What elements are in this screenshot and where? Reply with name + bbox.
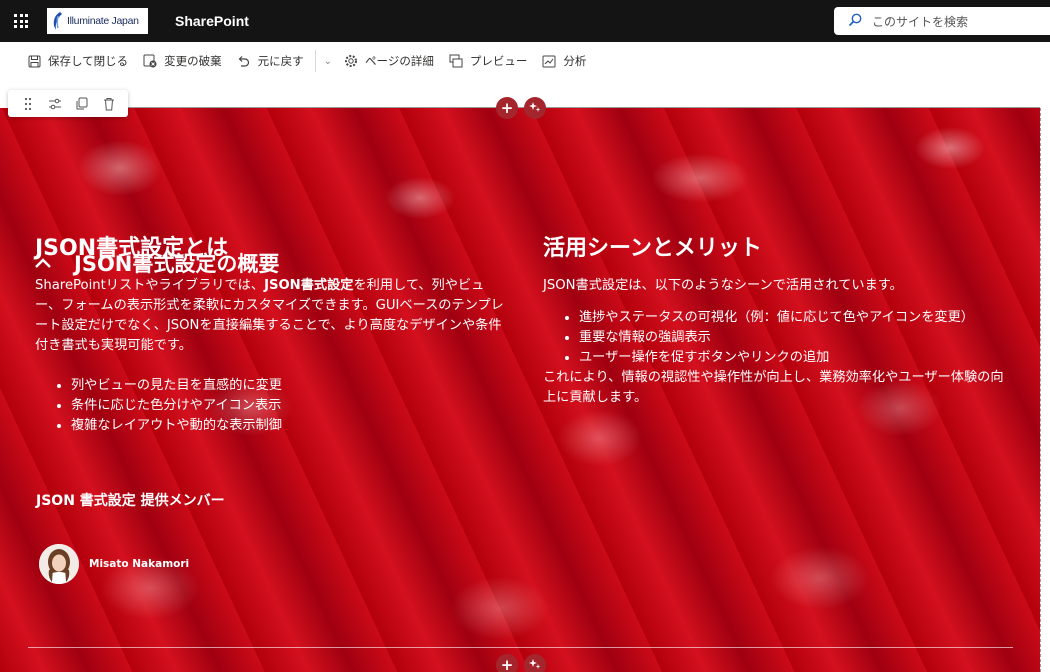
- left-paragraph: SharePointリストやライブラリでは、JSON書式設定を利用して、列やビュ…: [35, 276, 505, 356]
- list-item: 重要な情報の強調表示: [579, 328, 1008, 348]
- discard-label: 変更の破棄: [164, 54, 222, 68]
- section-top-border: [128, 107, 1040, 108]
- save-icon: [27, 54, 41, 68]
- duplicate-icon[interactable]: [73, 95, 91, 113]
- right-heading: 活用シーンとメリット: [543, 236, 762, 261]
- gear-icon: [344, 54, 358, 68]
- section-layout-bottom-button[interactable]: [524, 654, 546, 672]
- member-card[interactable]: Misato Nakamori: [39, 544, 189, 584]
- avatar: [39, 544, 79, 584]
- section-right-border: [1040, 108, 1050, 672]
- undo-icon: [237, 54, 251, 68]
- delete-icon[interactable]: [100, 95, 118, 113]
- right-bullet-list: 進捗やステータスの可視化（例：値に応じて色やアイコンを変更） 重要な情報の強調表…: [543, 308, 1008, 368]
- undo-button[interactable]: 元に戻す: [237, 48, 304, 74]
- command-separator: [314, 50, 316, 72]
- settings-icon[interactable]: [46, 95, 64, 113]
- app-name[interactable]: SharePoint: [175, 13, 249, 29]
- section-toolbar: [8, 90, 128, 117]
- left-bullet-list: 列やビューの見た目を直感的に変更 条件に応じた色分けやアイコン表示 複雑なレイア…: [35, 376, 505, 436]
- analytics-label: 分析: [563, 54, 587, 68]
- undo-label: 元に戻す: [257, 54, 304, 68]
- analytics-icon: [542, 54, 556, 68]
- list-item: 条件に応じた色分けやアイコン表示: [71, 396, 505, 416]
- app-launcher-button[interactable]: [0, 0, 42, 42]
- page-details-label: ページの詳細: [365, 54, 434, 68]
- analytics-button[interactable]: 分析: [542, 48, 586, 74]
- members-title: JSON 書式設定 提供メンバー: [36, 493, 225, 509]
- hero-section[interactable]: JSON書式設定の概要 JSON書式設定とは SharePointリストやライブ…: [0, 108, 1040, 672]
- waffle-icon: [14, 14, 28, 28]
- list-item: 進捗やステータスの可視化（例：値に応じて色やアイコンを変更）: [579, 308, 1008, 328]
- discard-icon: [143, 54, 157, 68]
- discard-button[interactable]: 変更の破棄: [143, 48, 222, 74]
- sparkle-icon: [529, 656, 541, 672]
- add-section-bottom-button[interactable]: +: [496, 654, 518, 672]
- left-paragraph-start: SharePointリストやライブラリでは、: [35, 278, 265, 293]
- member-name: Misato Nakamori: [89, 558, 190, 570]
- right-outro: これにより、情報の視認性や操作性が向上し、業務効率化やユーザー体験の向上に貢献し…: [543, 370, 1004, 405]
- save-close-label: 保存して閉じる: [48, 54, 129, 68]
- add-section-button[interactable]: +: [496, 97, 518, 119]
- list-item: ユーザー操作を促すボタンやリンクの追加: [579, 348, 1008, 368]
- left-column: JSON書式設定とは SharePointリストやライブラリでは、JSON書式設…: [35, 230, 505, 436]
- list-item: 列やビューの見た目を直感的に変更: [71, 376, 505, 396]
- preview-label: プレビュー: [469, 54, 528, 68]
- preview-button[interactable]: プレビュー: [449, 48, 528, 74]
- search-input[interactable]: このサイトを検索: [834, 7, 1050, 35]
- suite-bar: Illuminate Japan SharePoint このサイトを検索: [0, 0, 1050, 42]
- search-placeholder: このサイトを検索: [872, 14, 969, 29]
- search-icon: [848, 12, 862, 31]
- left-paragraph-bold: JSON書式設定: [264, 278, 354, 293]
- save-close-button[interactable]: 保存して閉じる: [27, 48, 128, 74]
- logo-mark-icon: [49, 10, 67, 32]
- right-intro: JSON書式設定は、以下のようなシーンで活用されています。: [543, 278, 903, 293]
- section-layout-button[interactable]: [524, 97, 546, 119]
- command-bar: 保存して閉じる 変更の破棄 元に戻す ⌄ ページの詳細 プレビュー 分析: [0, 42, 1050, 80]
- chevron-down-icon[interactable]: ⌄: [324, 56, 332, 67]
- list-item: 複雑なレイアウトや動的な表示制御: [71, 416, 505, 436]
- section-bottom-divider: [28, 647, 1013, 648]
- sparkle-icon: [529, 99, 541, 117]
- drag-icon[interactable]: [19, 95, 37, 113]
- left-heading: JSON書式設定とは: [35, 236, 229, 261]
- page-details-button[interactable]: ページの詳細: [344, 48, 434, 74]
- logo-text: Illuminate Japan: [67, 15, 139, 27]
- preview-icon: [449, 54, 463, 68]
- site-logo[interactable]: Illuminate Japan: [47, 8, 148, 34]
- right-column: 活用シーンとメリット JSON書式設定は、以下のようなシーンで活用されています。…: [543, 230, 1008, 408]
